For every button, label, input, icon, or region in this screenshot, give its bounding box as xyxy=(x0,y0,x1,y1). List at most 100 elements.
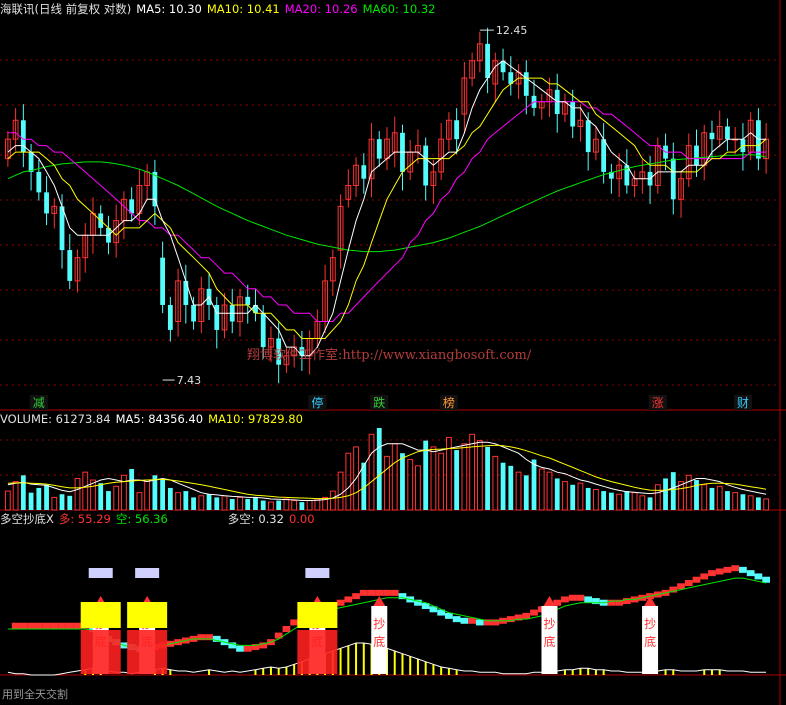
bottom-left-label: 用到全天交割 xyxy=(2,688,68,701)
duo-step-down xyxy=(739,566,747,573)
volume-bar-down xyxy=(670,472,676,510)
duo-step-up xyxy=(50,622,59,629)
volume-bar-down xyxy=(191,497,196,510)
duo-step-down xyxy=(445,612,453,619)
volume-bar-down xyxy=(531,459,537,510)
duo-step-up xyxy=(731,565,740,572)
duo-step-up xyxy=(42,622,51,629)
volume-bar-up xyxy=(74,477,81,511)
volume-bar-down xyxy=(694,480,699,510)
volume-bar-down xyxy=(709,487,715,510)
volume-bar-up xyxy=(90,479,96,511)
indicator-duokong-value: 多空: 0.32 xyxy=(227,512,284,526)
volume-bar-up xyxy=(221,495,228,511)
event-marker-label: 财 xyxy=(737,396,749,410)
volume-bar-down xyxy=(647,497,653,510)
candle-body-down xyxy=(167,304,173,330)
duo-step-up xyxy=(677,583,685,590)
volume-bar-down xyxy=(106,491,111,510)
volume-bar-up xyxy=(461,443,468,511)
volume-bar-down xyxy=(663,478,668,510)
duo-step-down xyxy=(762,576,770,583)
duo-step-down xyxy=(236,645,244,652)
volume-bar-up xyxy=(407,459,414,511)
volume-ma10-value: MA10: 97829.80 xyxy=(208,412,303,426)
duo-step-up xyxy=(684,580,693,586)
main-header: 海联讯(日线 前复权 对数) MA5: 10.30 MA10: 10.41 MA20:… xyxy=(0,1,440,17)
candle-body-down xyxy=(454,120,460,140)
volume-bar-down xyxy=(214,497,220,510)
volume-bar-down xyxy=(129,469,135,510)
volume-bar-down xyxy=(554,478,560,510)
buy-signal-red-block xyxy=(127,630,168,674)
volume-bar-up xyxy=(384,455,390,511)
stock-title: 海联讯(日线 前复权 对数) xyxy=(0,2,132,16)
buy-signal-char-1: 抄 xyxy=(543,617,555,631)
volume-bar-up xyxy=(337,471,344,511)
volume-bar-down xyxy=(183,491,189,510)
volume-bar-down xyxy=(423,440,429,510)
volume-ma5-value: MA5: 84356.40 xyxy=(115,412,204,426)
volume-bar-up xyxy=(732,492,739,511)
volume-bar-up xyxy=(329,490,336,511)
buy-signal-yellow-block xyxy=(127,602,168,628)
volume-bar-up xyxy=(515,471,522,511)
duo-step-up xyxy=(522,612,531,619)
volume-bar-down xyxy=(167,487,173,510)
volume-bar-up xyxy=(492,455,499,511)
candle-body-down xyxy=(152,171,158,207)
candle-body-down xyxy=(376,139,382,159)
volume-bar-up xyxy=(546,471,553,511)
volume-bar-up xyxy=(175,492,181,511)
volume-bar-down xyxy=(740,494,746,510)
candle-body-down xyxy=(36,171,42,193)
volume-bar-up xyxy=(639,495,646,511)
main-ma20-value: MA20: 10.26 xyxy=(284,2,358,16)
duo-step-up xyxy=(282,626,291,632)
volume-bar-down xyxy=(260,500,266,510)
candle-body-down xyxy=(183,280,189,305)
volume-bar-down xyxy=(276,500,282,510)
duo-step-up xyxy=(715,568,724,575)
duo-step-up xyxy=(336,599,345,606)
volume-bar-down xyxy=(601,491,607,510)
candle-body-down xyxy=(725,126,730,140)
volume-bar-up xyxy=(716,485,723,511)
buy-signal-char-1: 抄 xyxy=(644,617,656,631)
volume-bar-up xyxy=(306,500,313,511)
duo-step-up xyxy=(290,619,299,626)
volume-bar-down xyxy=(253,497,258,510)
volume-bar-up xyxy=(291,500,298,511)
volume-bar-down xyxy=(523,475,529,510)
indicator-header: 多空抄底X 多: 55.29 空: 56.36 多空: 0.32 0.00 xyxy=(0,511,320,527)
volume-bar-up xyxy=(391,443,398,511)
event-marker-label: 减 xyxy=(33,396,45,410)
indicator-extra-value: 0.00 xyxy=(288,512,315,526)
volume-bar-down xyxy=(44,484,49,510)
duo-step-up xyxy=(27,622,35,629)
candle-body-down xyxy=(485,43,490,79)
buy-signal-char-2: 底 xyxy=(644,634,656,649)
volume-bar-down xyxy=(59,494,65,510)
candle-body-down xyxy=(245,296,251,305)
duo-step-up xyxy=(708,570,716,577)
indicator-name: 多空抄底X xyxy=(0,512,54,526)
volume-bar-up xyxy=(654,484,661,511)
volume-bar-up xyxy=(82,471,89,511)
buy-signal-red-block xyxy=(80,630,121,674)
duo-step-up xyxy=(11,622,20,629)
duo-step-up xyxy=(576,594,585,601)
volume-bar-up xyxy=(763,498,770,511)
volume-bar-down xyxy=(624,491,630,510)
duo-step-up xyxy=(561,596,569,603)
volume-bar-down xyxy=(585,487,591,510)
buy-signal-cap xyxy=(88,568,113,578)
volume-bar-down xyxy=(36,487,42,510)
duo-step-up xyxy=(723,566,732,573)
duo-step-up xyxy=(58,622,66,629)
candle-body-down xyxy=(28,152,34,172)
volume-bar-down xyxy=(508,465,514,510)
candle-body-down xyxy=(601,139,607,172)
duo-step-up xyxy=(359,589,368,596)
volume-bar-down xyxy=(20,475,26,510)
